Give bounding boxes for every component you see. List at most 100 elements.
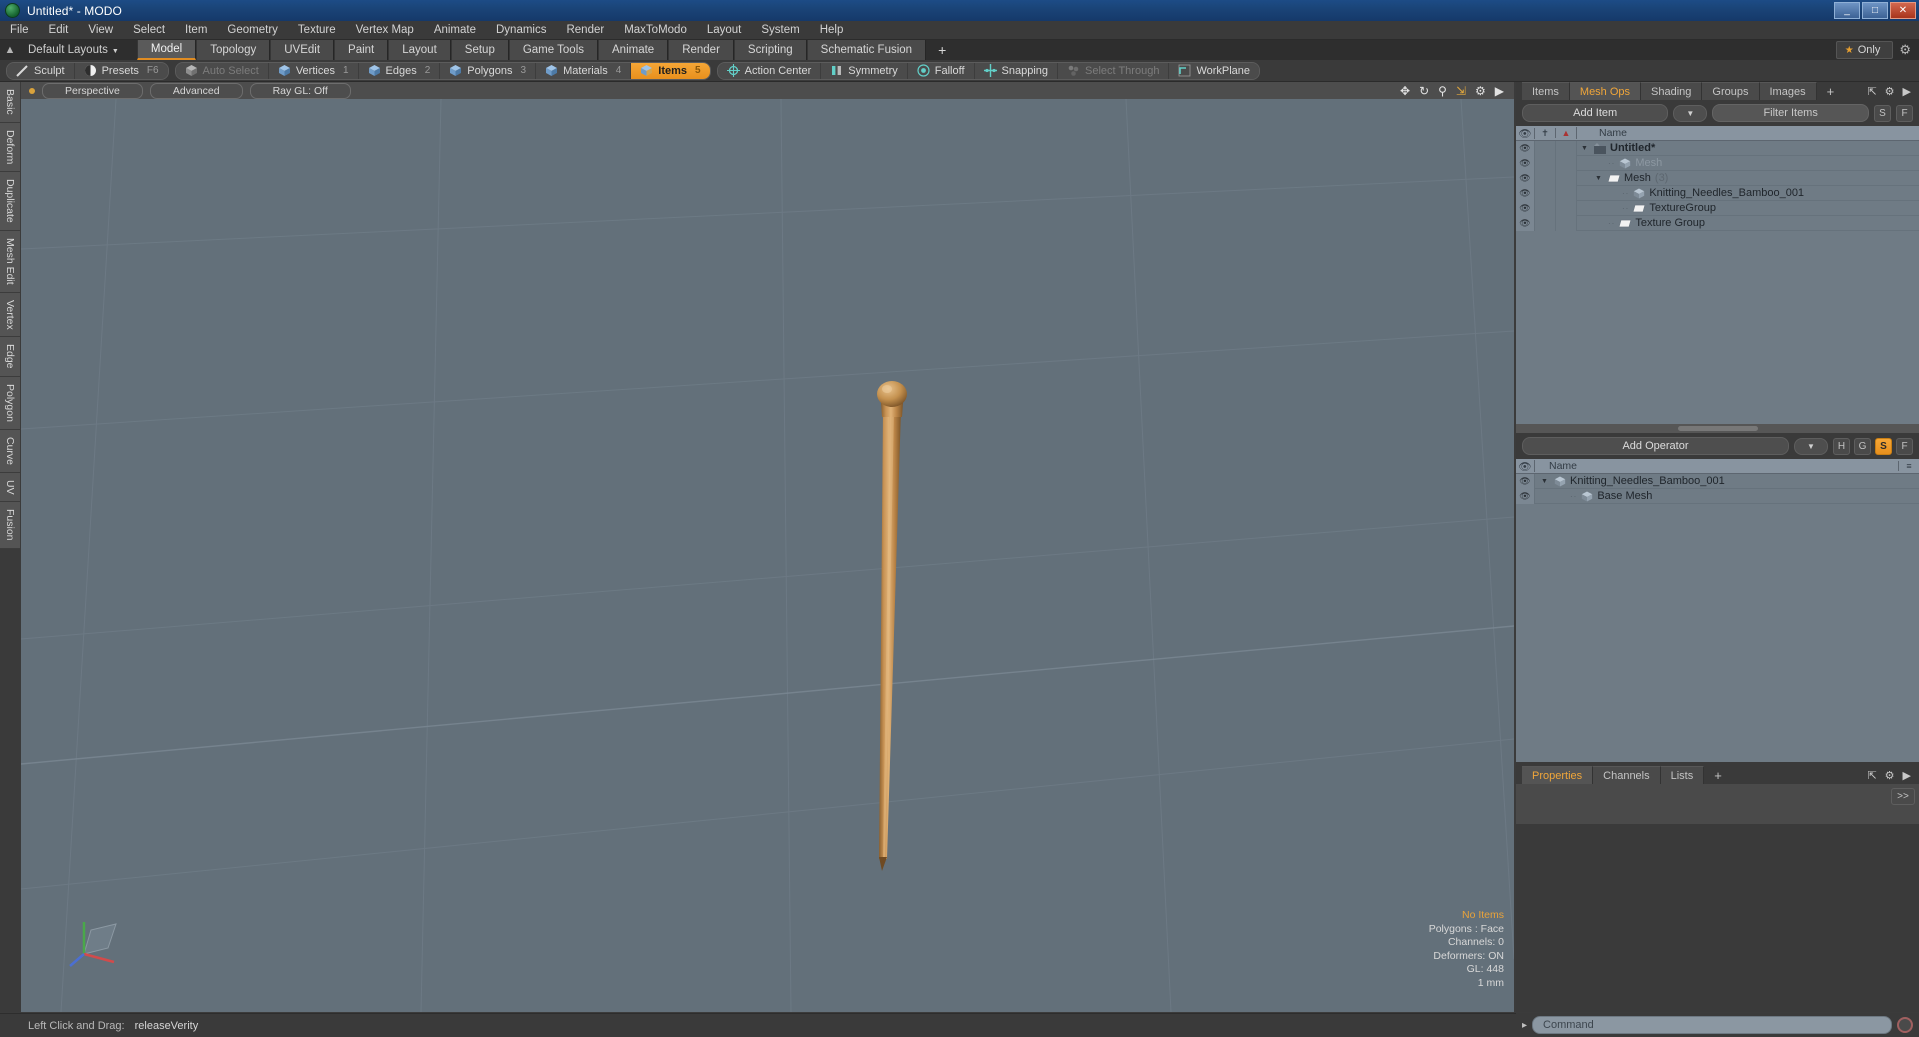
menu-edit[interactable]: Edit <box>39 21 79 40</box>
expand-icon[interactable]: ⇱ <box>1867 85 1876 98</box>
tool-snapping[interactable]: Snapping <box>974 62 1059 79</box>
left-tab-vertex[interactable]: Vertex <box>0 292 20 338</box>
left-tab-basic[interactable]: Basic <box>0 82 20 123</box>
tab-mesh-ops[interactable]: Mesh Ops <box>1569 82 1642 100</box>
ops-row-label[interactable]: ·· Base Mesh <box>1534 488 1919 504</box>
mesh-ops-tree[interactable]: 👁 Name ≡ 👁 ▼ Knitting_Needles_Bamboo_001 👁 ·… <box>1516 459 1919 762</box>
layout-tab-scripting[interactable]: Scripting <box>733 40 807 60</box>
eye-icon[interactable]: 👁 <box>1516 488 1534 504</box>
gear-icon[interactable]: ⚙ <box>1475 84 1486 98</box>
table-row[interactable]: 👁 ·· Mesh <box>1516 155 1919 171</box>
menu-arrow-icon[interactable]: ▶ <box>1903 85 1911 98</box>
tab-groups[interactable]: Groups <box>1702 82 1760 100</box>
tool-select-through[interactable]: Select Through <box>1058 62 1170 79</box>
ops-toggle-f[interactable]: F <box>1896 437 1913 455</box>
table-row[interactable]: 👁 ▼ Knitting_Needles_Bamboo_001 <box>1516 473 1919 489</box>
menu-maxtomodo[interactable]: MaxToModo <box>614 21 697 40</box>
menu-item[interactable]: Item <box>175 21 217 40</box>
menu-system[interactable]: System <box>751 21 809 40</box>
layout-tab-uvedit[interactable]: UVEdit <box>270 40 335 60</box>
tool-items[interactable]: Items 5 <box>631 62 710 79</box>
eye-icon[interactable]: 👁 <box>1516 200 1534 216</box>
3d-viewport[interactable]: Perspective Advanced Ray GL: Off ✥ ↻ ⚲ ⇲… <box>21 82 1514 1012</box>
only-toggle-button[interactable]: ★ Only <box>1835 41 1894 59</box>
gear-icon[interactable]: ⚙ <box>1885 769 1895 782</box>
menu-texture[interactable]: Texture <box>288 21 346 40</box>
command-input[interactable]: Command <box>1532 1016 1892 1034</box>
add-item-dropdown[interactable]: ▼ <box>1673 104 1708 122</box>
menu-dynamics[interactable]: Dynamics <box>486 21 556 40</box>
add-item-button[interactable]: Add Item <box>1522 104 1669 122</box>
layout-tab-animate[interactable]: Animate <box>598 40 669 60</box>
table-row[interactable]: 👁 ·· Knitting_Needles_Bamboo_001 <box>1516 185 1919 201</box>
table-row[interactable]: 👁 ·· Base Mesh <box>1516 488 1919 504</box>
eye-icon[interactable]: 👁 <box>1516 185 1534 201</box>
item-row-label[interactable]: ▼ Untitled* <box>1576 140 1919 156</box>
filter-toggle-f[interactable]: F <box>1896 104 1913 122</box>
minimize-button[interactable]: _ <box>1834 2 1860 19</box>
move-icon[interactable]: ✥ <box>1400 84 1410 98</box>
menu-render[interactable]: Render <box>556 21 614 40</box>
eye-icon[interactable]: 👁 <box>1516 473 1534 489</box>
item-tree[interactable]: 👁 ✝ ▲ Name 👁 ▼ Untitled* 👁 ·· Mesh 👁 ▼ Mesh (3) 👁… <box>1516 126 1919 424</box>
table-row[interactable]: 👁 ·· Texture Group <box>1516 215 1919 231</box>
layout-tab-topology[interactable]: Topology <box>196 40 271 60</box>
menu-help[interactable]: Help <box>810 21 854 40</box>
viewport-perspective-button[interactable]: Perspective <box>42 82 143 99</box>
layout-tab-layout[interactable]: Layout <box>388 40 451 60</box>
tab-add-button[interactable]: + <box>1817 82 1845 100</box>
layout-tab-render[interactable]: Render <box>668 40 734 60</box>
viewport-raygl-button[interactable]: Ray GL: Off <box>249 82 351 99</box>
item-row-label[interactable]: ·· TextureGroup <box>1576 200 1919 216</box>
tool-workplane[interactable]: WorkPlane <box>1169 62 1260 79</box>
maximize-button[interactable]: □ <box>1862 2 1888 19</box>
table-row[interactable]: 👁 ·· TextureGroup <box>1516 200 1919 216</box>
menu-select[interactable]: Select <box>123 21 175 40</box>
tool-sculpt[interactable]: Sculpt <box>7 62 75 79</box>
zoom-icon[interactable]: ⚲ <box>1438 84 1447 98</box>
item-row-label[interactable]: ▼ Mesh (3) <box>1576 170 1919 186</box>
fit-icon[interactable]: ⇲ <box>1456 84 1466 98</box>
ops-toggle-h[interactable]: H <box>1833 437 1850 455</box>
gear-icon[interactable]: ⚙ <box>1885 85 1895 98</box>
viewport-canvas[interactable]: No Items Polygons : Face Channels: 0 Def… <box>21 98 1514 1012</box>
item-row-label[interactable]: ·· Texture Group <box>1576 215 1919 231</box>
add-layout-tab-button[interactable]: + <box>926 40 959 60</box>
expander-icon[interactable]: ▼ <box>1595 175 1604 182</box>
tool-edges[interactable]: Edges 2 <box>358 62 441 79</box>
menu-view[interactable]: View <box>78 21 123 40</box>
menu-geometry[interactable]: Geometry <box>217 21 288 40</box>
tool-materials[interactable]: Materials 4 <box>536 62 632 79</box>
viewport-shading-button[interactable]: Advanced <box>149 82 243 99</box>
tab-shading[interactable]: Shading <box>1641 82 1703 100</box>
layout-tab-game-tools[interactable]: Game Tools <box>508 40 598 60</box>
default-layouts-dropdown[interactable]: Default Layouts ▼ <box>28 44 119 56</box>
tool-symmetry[interactable]: Symmetry <box>821 62 908 79</box>
record-circle-icon[interactable] <box>1897 1017 1913 1033</box>
tool-vertices[interactable]: Vertices 1 <box>268 62 359 79</box>
home-icon[interactable]: ▲ <box>0 44 20 56</box>
left-tab-fusion[interactable]: Fusion <box>0 502 20 549</box>
eye-icon[interactable]: 👁 <box>1516 155 1534 171</box>
add-operator-button[interactable]: Add Operator <box>1522 437 1789 455</box>
table-row[interactable]: 👁 ▼ Mesh (3) <box>1516 170 1919 186</box>
expand-icon[interactable]: ⇱ <box>1867 769 1876 782</box>
ops-row-label[interactable]: ▼ Knitting_Needles_Bamboo_001 <box>1534 473 1919 489</box>
ops-toggle-g[interactable]: G <box>1854 437 1871 455</box>
item-tree-hscrollbar[interactable] <box>1516 424 1919 433</box>
left-tab-duplicate[interactable]: Duplicate <box>0 172 20 231</box>
layout-tab-schematic-fusion[interactable]: Schematic Fusion <box>806 40 927 60</box>
ops-toggle-s[interactable]: S <box>1875 437 1892 455</box>
left-tab-curve[interactable]: Curve <box>0 429 20 473</box>
menu-arrow-icon[interactable]: ▶ <box>1903 769 1911 782</box>
filter-toggle-s[interactable]: S <box>1874 104 1891 122</box>
left-tab-edge[interactable]: Edge <box>0 337 20 377</box>
tool-falloff[interactable]: Falloff <box>907 62 975 79</box>
rotate-icon[interactable]: ↻ <box>1419 84 1429 98</box>
expander-icon[interactable]: ▼ <box>1541 478 1550 485</box>
layout-tab-model[interactable]: Model <box>136 40 197 60</box>
tab-properties[interactable]: Properties <box>1522 766 1594 784</box>
tool-auto-select[interactable]: Auto Select <box>175 62 269 79</box>
add-operator-dropdown[interactable]: ▼ <box>1794 437 1828 455</box>
tool-polygons[interactable]: Polygons 3 <box>440 62 537 79</box>
